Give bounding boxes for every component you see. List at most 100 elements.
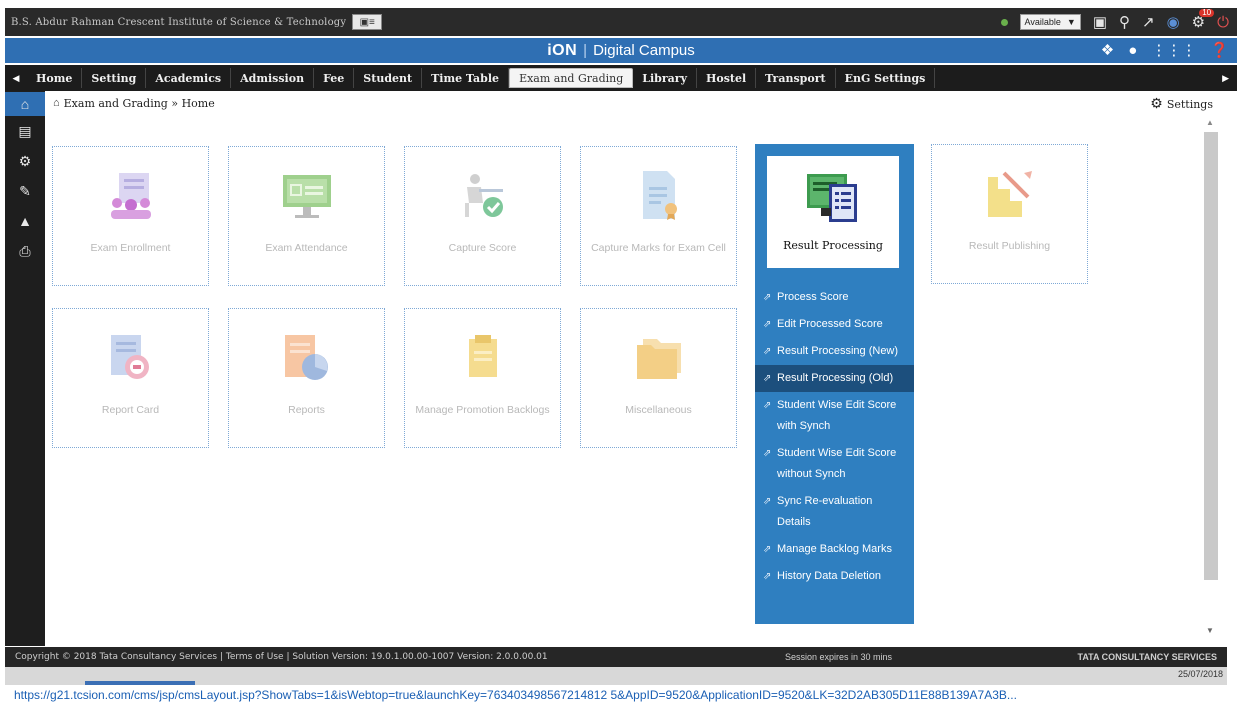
edit-icon[interactable]: ✎ <box>5 176 45 206</box>
module-tabs: ◀ Home Setting Academics Admission Fee S… <box>5 65 1237 91</box>
printer-icon[interactable]: ⎙ <box>5 236 45 266</box>
menu-result-processing-old[interactable]: ⇗ Result Processing (Old) <box>755 365 914 392</box>
tile-miscellaneous[interactable]: Miscellaneous <box>580 308 737 448</box>
tab-student[interactable]: Student <box>354 68 423 88</box>
chevron-down-icon: ▼ <box>1066 17 1076 27</box>
menu-history-data-deletion[interactable]: ⇗ History Data Deletion <box>755 563 914 590</box>
os-taskbar: 25/07/2018 <box>5 667 1227 687</box>
menu-result-processing-new[interactable]: ⇗ Result Processing (New) <box>755 338 914 365</box>
institution-name: B.S. Abdur Rahman Crescent Institute of … <box>11 16 347 28</box>
globe-icon[interactable]: ◉ <box>1167 15 1180 30</box>
page-url: https://g21.tcsion.com/cms/jsp/cmsLayout… <box>14 688 1017 702</box>
bell-icon[interactable]: ⚙ 10 <box>1192 8 1215 30</box>
chat-icon[interactable]: ❖ <box>1101 41 1114 59</box>
external-link-icon: ⇗ <box>763 448 772 459</box>
vertical-scrollbar[interactable]: ▲ ▼ <box>1203 118 1218 638</box>
tile-manage-promotion-backlogs[interactable]: Manage Promotion Backlogs <box>404 308 561 448</box>
download-icon[interactable]: ● <box>1128 42 1137 59</box>
session-timer: Session expires in 30 mins <box>785 652 893 662</box>
capture-marks-icon <box>642 171 677 220</box>
settings-link[interactable]: ⚙ Settings <box>1150 96 1213 112</box>
tile-label: Exam Enrollment <box>90 242 171 254</box>
search-icon[interactable]: ⚲ <box>1119 15 1130 30</box>
report-card-icon <box>110 335 149 379</box>
copyright-text: Copyright © 2018 Tata Consultancy Servic… <box>15 652 548 662</box>
tile-capture-score[interactable]: Capture Score <box>404 146 561 286</box>
camera-icon[interactable]: ▣ <box>1093 15 1107 30</box>
title-actions: ❖ ● ⋮⋮⋮ ❓ <box>1101 41 1229 60</box>
breadcrumb-home-icon[interactable]: ⌂ <box>53 97 60 109</box>
app-title-bar: iON | Digital Campus ❖ ● ⋮⋮⋮ ❓ <box>5 38 1237 63</box>
apps-grid-icon[interactable]: ⋮⋮⋮ <box>1151 41 1196 59</box>
external-link-icon: ⇗ <box>763 571 772 582</box>
id-card-icon[interactable]: ▣≡ <box>352 14 383 30</box>
power-icon[interactable]: ⏻ <box>1217 15 1229 30</box>
settings-icon[interactable]: ⚙ <box>5 146 45 176</box>
result-processing-panel: Result Processing ⇗ Process Score ⇗ Edit P… <box>755 144 914 624</box>
gear-icon: ⚙ <box>1150 96 1163 112</box>
menu-item-label: Student Wise Edit Score without Synch <box>777 447 897 480</box>
tab-transport[interactable]: Transport <box>756 68 836 88</box>
form-icon[interactable]: ▤ <box>5 116 45 146</box>
tile-label: Miscellaneous <box>625 404 692 416</box>
menu-item-label: Manage Backlog Marks <box>777 543 892 555</box>
availability-value: Available <box>1024 17 1061 27</box>
help-icon[interactable]: ❓ <box>1210 41 1229 59</box>
enrollment-icon <box>110 173 151 219</box>
menu-student-wise-edit-with-synch[interactable]: ⇗ Student Wise Edit Score with Synch <box>755 392 914 440</box>
scrollbar-thumb[interactable] <box>1204 132 1218 580</box>
tab-fee[interactable]: Fee <box>314 68 355 88</box>
tab-time-table[interactable]: Time Table <box>422 68 510 88</box>
tab-hostel[interactable]: Hostel <box>697 68 757 88</box>
left-sidebar: ⌂ ▤ ⚙ ✎ ▲ ⎙ <box>5 91 45 646</box>
tile-result-publishing[interactable]: Result Publishing <box>931 144 1088 284</box>
tile-label: Manage Promotion Backlogs <box>415 404 550 416</box>
people-icon[interactable]: ▲ <box>5 206 45 236</box>
tab-academics[interactable]: Academics <box>146 68 232 88</box>
menu-item-label: History Data Deletion <box>777 570 881 582</box>
menu-student-wise-edit-without-synch[interactable]: ⇗ Student Wise Edit Score without Synch <box>755 440 914 488</box>
brand-separator: | <box>583 42 588 59</box>
tab-eng-settings[interactable]: EnG Settings <box>836 68 936 88</box>
settings-label: Settings <box>1166 97 1213 111</box>
tile-label: Result Publishing <box>968 240 1051 252</box>
tile-label: Exam Attendance <box>265 242 348 254</box>
taskbar-clock: 25/07/2018 <box>1177 669 1223 679</box>
nav-left-arrow-icon[interactable]: ◀ <box>5 73 27 84</box>
tab-admission[interactable]: Admission <box>231 68 315 88</box>
link-icon[interactable]: ↗ <box>1142 15 1155 30</box>
menu-item-label: Student Wise Edit Score with Synch <box>777 399 897 432</box>
tile-capture-marks-exam-cell[interactable]: Capture Marks for Exam Cell <box>580 146 737 286</box>
tile-label: Capture Marks for Exam Cell <box>591 242 726 254</box>
external-link-icon: ⇗ <box>763 346 772 357</box>
menu-item-label: Result Processing (Old) <box>777 372 894 384</box>
tile-exam-attendance[interactable]: Exam Attendance <box>228 146 385 286</box>
menu-process-score[interactable]: ⇗ Process Score <box>755 284 914 311</box>
result-processing-menu: ⇗ Process Score ⇗ Edit Processed Score ⇗ Re… <box>755 284 914 590</box>
external-link-icon: ⇗ <box>763 319 772 330</box>
tile-reports[interactable]: Reports <box>228 308 385 448</box>
tab-setting[interactable]: Setting <box>82 68 147 88</box>
scroll-down-icon[interactable]: ▼ <box>1206 626 1214 635</box>
tile-report-card[interactable]: Report Card <box>52 308 209 448</box>
menu-sync-reevaluation-details[interactable]: ⇗ Sync Re-evaluation Details <box>755 488 914 536</box>
breadcrumb-text[interactable]: Exam and Grading » Home <box>64 97 215 110</box>
backlogs-icon <box>468 335 497 377</box>
ion-digital-campus-window: B.S. Abdur Rahman Crescent Institute of … <box>0 0 1246 706</box>
status-url-bar: https://g21.tcsion.com/cms/jsp/cmsLayout… <box>0 685 1246 706</box>
scroll-up-icon[interactable]: ▲ <box>1206 118 1214 127</box>
tab-library[interactable]: Library <box>633 68 697 88</box>
institution-bar: B.S. Abdur Rahman Crescent Institute of … <box>5 8 1237 36</box>
menu-manage-backlog-marks[interactable]: ⇗ Manage Backlog Marks <box>755 536 914 563</box>
tile-exam-enrollment[interactable]: Exam Enrollment <box>52 146 209 286</box>
breadcrumb: ⌂ Exam and Grading » Home ⚙ Settings <box>45 92 1225 114</box>
availability-select[interactable]: Available ▼ <box>1019 14 1081 30</box>
result-processing-tile[interactable]: Result Processing <box>767 156 899 268</box>
topbar-actions: Available ▼ ▣ ⚲ ↗ ◉ ⚙ 10 ⏻ <box>1000 8 1237 30</box>
home-icon[interactable]: ⌂ <box>5 92 45 116</box>
external-link-icon: ⇗ <box>763 373 772 384</box>
tab-exam-and-grading[interactable]: Exam and Grading <box>509 68 634 88</box>
menu-edit-processed-score[interactable]: ⇗ Edit Processed Score <box>755 311 914 338</box>
nav-right-arrow-icon[interactable]: ▶ <box>1222 73 1237 84</box>
tab-home[interactable]: Home <box>27 68 83 88</box>
